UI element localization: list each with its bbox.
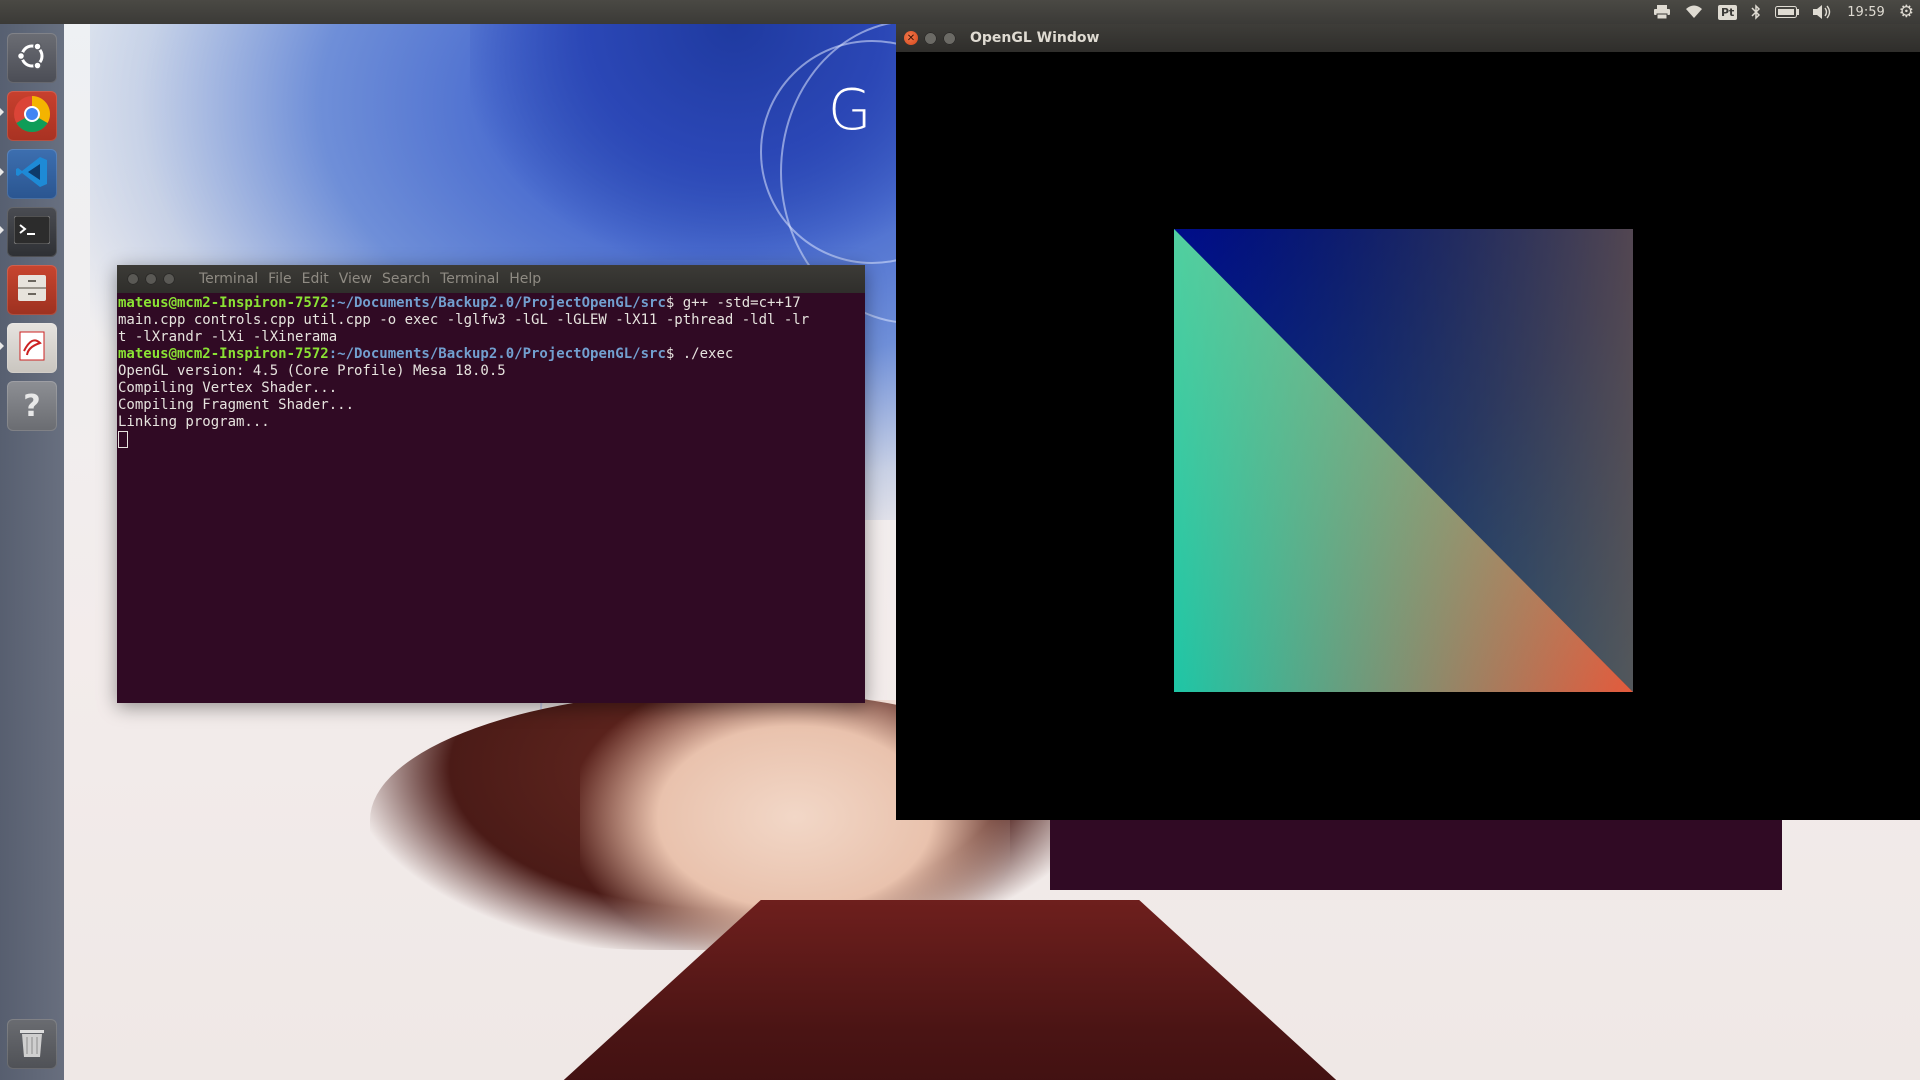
terminal-titlebar[interactable]: Terminal File Edit View Search Terminal … <box>117 265 865 293</box>
terminal-output[interactable]: mateus@mcm2-Inspiron-7572:~/Documents/Ba… <box>117 293 865 449</box>
terminal-line: mateus@mcm2-Inspiron-7572:~/Documents/Ba… <box>118 295 865 312</box>
terminal-icon <box>13 215 51 248</box>
running-indicator <box>0 108 4 116</box>
terminal-line: main.cpp controls.cpp util.cpp -o exec -… <box>118 312 810 328</box>
running-indicator <box>0 168 4 176</box>
trash-icon <box>17 1025 47 1063</box>
file-cabinet-icon <box>15 271 49 309</box>
minimize-button[interactable] <box>145 273 157 285</box>
close-button[interactable] <box>127 273 139 285</box>
chrome-icon <box>12 94 52 138</box>
menu-file[interactable]: File <box>268 271 291 287</box>
prompt-command: $ g++ -std=c++17 <box>665 295 801 311</box>
prompt-user: mateus@mcm2-Inspiron-7572 <box>118 346 329 362</box>
wifi-icon[interactable] <box>1684 5 1704 19</box>
running-indicator <box>0 342 4 350</box>
terminal-line: Linking program... <box>118 414 270 430</box>
clock[interactable]: 19:59 <box>1847 5 1884 20</box>
keyboard-layout-icon[interactable]: Pt <box>1717 4 1738 20</box>
battery-icon[interactable] <box>1775 6 1800 18</box>
terminal-line <box>118 431 865 449</box>
system-gear-icon[interactable]: ⚙ <box>1899 2 1914 22</box>
background-terminal-window[interactable] <box>1050 810 1782 890</box>
trash-button[interactable] <box>7 1019 57 1069</box>
menu-view[interactable]: View <box>339 271 372 287</box>
menu-edit[interactable]: Edit <box>302 271 329 287</box>
prompt-command: $ ./exec <box>665 346 734 362</box>
terminal-line: OpenGL version: 4.5 (Core Profile) Mesa … <box>118 363 506 379</box>
unity-launcher: ? <box>0 24 64 1080</box>
prompt-path: :~/Documents/Backup2.0/ProjectOpenGL/src <box>328 346 666 362</box>
ubuntu-logo-icon <box>15 39 49 77</box>
terminal-window[interactable]: Terminal File Edit View Search Terminal … <box>117 265 865 703</box>
prompt-user: mateus@mcm2-Inspiron-7572 <box>118 295 329 311</box>
printer-icon[interactable] <box>1653 5 1670 19</box>
minimize-button[interactable] <box>924 31 937 45</box>
menu-search[interactable]: Search <box>382 271 430 287</box>
prompt-path: :~/Documents/Backup2.0/ProjectOpenGL/src <box>328 295 666 311</box>
menu-terminal-title: Terminal <box>199 271 259 287</box>
opengl-canvas[interactable] <box>896 52 1920 820</box>
terminal-line: t -lXrandr -lXi -lXinerama <box>118 329 338 345</box>
files-button[interactable] <box>7 265 57 315</box>
terminal-line: mateus@mcm2-Inspiron-7572:~/Documents/Ba… <box>118 346 865 363</box>
document-viewer-icon <box>15 329 49 367</box>
help-icon: ? <box>23 388 41 424</box>
chrome-button[interactable] <box>7 91 57 141</box>
terminal-line: Compiling Fragment Shader... <box>118 397 355 413</box>
maximize-button[interactable] <box>163 273 175 285</box>
ubuntu-dash-button[interactable] <box>7 33 57 83</box>
opengl-titlebar[interactable]: ✕ OpenGL Window <box>896 24 1920 52</box>
evince-button[interactable] <box>7 323 57 373</box>
terminal-menubar: Terminal File Edit View Search Terminal … <box>199 271 541 287</box>
top-panel: Pt 19:59 ⚙ <box>0 0 1920 24</box>
system-tray: Pt 19:59 ⚙ <box>1653 0 1914 24</box>
text-cursor <box>118 431 128 448</box>
bluetooth-icon[interactable] <box>1751 4 1761 20</box>
help-button[interactable]: ? <box>7 381 57 431</box>
maximize-button[interactable] <box>943 31 956 45</box>
terminal-button[interactable] <box>7 207 57 257</box>
close-button[interactable]: ✕ <box>904 31 918 45</box>
opengl-window[interactable]: ✕ OpenGL Window <box>896 24 1920 820</box>
terminal-line: Compiling Vertex Shader... <box>118 380 338 396</box>
volume-icon[interactable] <box>1813 5 1833 19</box>
menu-help[interactable]: Help <box>509 271 541 287</box>
gradient-square <box>1174 229 1633 692</box>
running-indicator <box>0 226 4 234</box>
window-title: OpenGL Window <box>970 30 1100 46</box>
menu-terminal[interactable]: Terminal <box>440 271 499 287</box>
wallpaper-glyph: G <box>828 78 872 143</box>
vscode-icon <box>14 154 50 194</box>
vscode-button[interactable] <box>7 149 57 199</box>
